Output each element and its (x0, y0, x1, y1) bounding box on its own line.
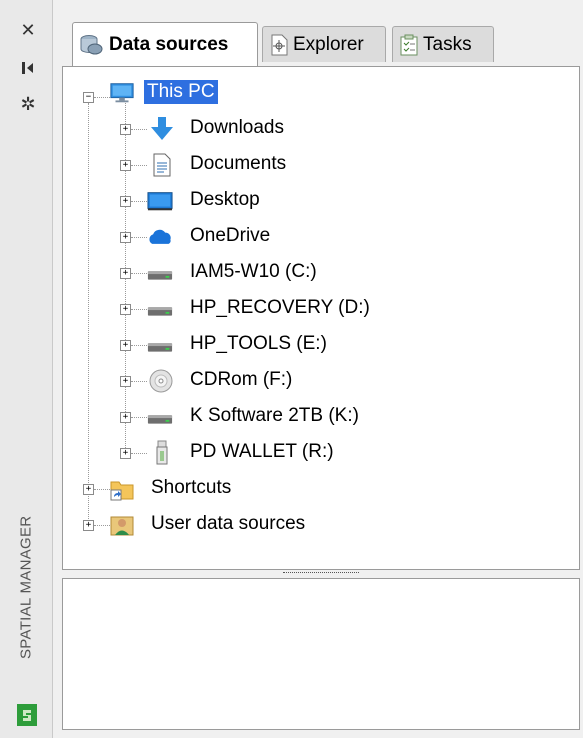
explorer-icon (269, 34, 289, 56)
expand-button[interactable]: + (83, 484, 94, 495)
tree-line (94, 489, 110, 490)
tree-node-documents[interactable]: Documents (187, 152, 289, 176)
shortcut-folder-icon (109, 477, 135, 501)
tree-node-desktop[interactable]: Desktop (187, 188, 263, 212)
tree-panel[interactable]: − This PC + Downloads + Documents + Desk… (62, 66, 580, 570)
tree-line (125, 103, 126, 458)
database-icon (79, 33, 105, 57)
logo-icon (17, 704, 37, 726)
tab-label: Data sources (109, 33, 229, 55)
close-icon[interactable]: ✕ (18, 20, 38, 41)
tree-line (131, 417, 147, 418)
expand-button[interactable]: + (120, 160, 131, 171)
expand-button[interactable]: + (120, 376, 131, 387)
tree-line (94, 525, 110, 526)
cd-icon (148, 369, 174, 393)
tree-line (131, 381, 147, 382)
tab-label: Explorer (293, 33, 364, 55)
cloud-icon (147, 225, 173, 249)
tree-line (131, 237, 147, 238)
usb-drive-icon (149, 440, 175, 465)
tree-line (131, 165, 147, 166)
panel-splitter[interactable] (62, 570, 580, 578)
tree-node-drive-r[interactable]: PD WALLET (R:) (187, 440, 337, 464)
expand-button[interactable]: + (120, 340, 131, 351)
expand-button[interactable]: + (120, 304, 131, 315)
tree-node-drive-c[interactable]: IAM5-W10 (C:) (187, 260, 320, 284)
pin-icon[interactable] (18, 58, 38, 78)
tasks-icon (399, 34, 419, 56)
expand-button[interactable]: + (120, 196, 131, 207)
expand-button[interactable]: + (120, 412, 131, 423)
document-icon (149, 153, 175, 177)
collapse-button[interactable]: − (83, 92, 94, 103)
desktop-icon (147, 189, 173, 213)
tree-line (131, 129, 147, 130)
drive-icon (147, 299, 173, 323)
tree-node-this-pc[interactable]: This PC (144, 80, 218, 104)
tree-node-downloads[interactable]: Downloads (187, 116, 287, 140)
tree-line (131, 201, 147, 202)
tab-explorer[interactable]: Explorer (262, 26, 386, 62)
details-panel (62, 578, 580, 730)
tree-line (131, 273, 147, 274)
computer-icon (109, 81, 135, 105)
expand-button[interactable]: + (120, 124, 131, 135)
tab-label: Tasks (423, 33, 472, 55)
panel-title: SPATIAL MANAGER (17, 515, 35, 659)
tab-tasks[interactable]: Tasks (392, 26, 494, 62)
expand-button[interactable]: + (120, 232, 131, 243)
tree-node-drive-k[interactable]: K Software 2TB (K:) (187, 404, 362, 428)
splitter-grip[interactable] (283, 572, 359, 576)
gear-icon[interactable]: ✲ (18, 94, 38, 115)
expand-button[interactable]: + (120, 448, 131, 459)
tree-node-user-data-sources[interactable]: User data sources (148, 512, 308, 536)
tree-node-drive-e[interactable]: HP_TOOLS (E:) (187, 332, 330, 356)
tree-line (131, 453, 147, 454)
expand-button[interactable]: + (83, 520, 94, 531)
tree-line (131, 345, 147, 346)
tab-data-sources[interactable]: Data sources (72, 22, 258, 66)
tree-node-drive-d[interactable]: HP_RECOVERY (D:) (187, 296, 373, 320)
tree-node-shortcuts[interactable]: Shortcuts (148, 476, 234, 500)
tree-line (131, 309, 147, 310)
drive-icon (147, 263, 173, 287)
expand-button[interactable]: + (120, 268, 131, 279)
tree-node-onedrive[interactable]: OneDrive (187, 224, 273, 248)
side-strip: ✕ ✲ SPATIAL MANAGER (0, 0, 53, 738)
tree-node-cdrom[interactable]: CDRom (F:) (187, 368, 295, 392)
drive-icon (147, 407, 173, 431)
tree-line (88, 103, 89, 531)
user-icon (109, 513, 135, 537)
download-arrow-icon (149, 117, 175, 141)
drive-icon (147, 335, 173, 359)
